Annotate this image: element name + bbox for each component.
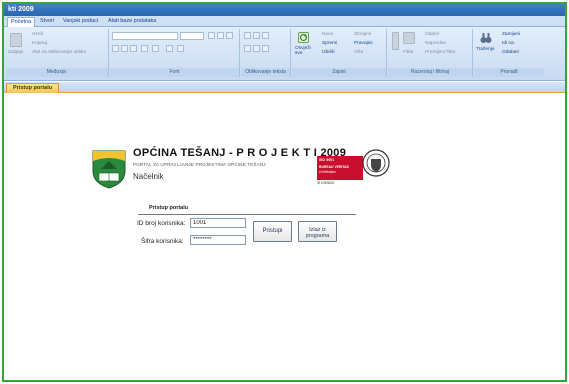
align-center-button[interactable] — [217, 32, 224, 39]
toggle-filter-button[interactable]: Promijeni filtar — [425, 50, 455, 55]
tab-stvori[interactable]: Stvori — [37, 17, 57, 27]
totals-button[interactable]: Zbrojevi — [354, 32, 371, 37]
find-group-label: Pronađi — [474, 68, 544, 77]
delete-record-button[interactable]: Izbriši — [322, 50, 335, 55]
rich-text-group-label: Oblikovanje teksta — [241, 68, 290, 77]
advanced-filter-button[interactable]: Napredno — [425, 41, 446, 46]
refresh-all-button[interactable]: Osvježi sve — [295, 46, 313, 56]
form-title: OPĆINA TEŠANJ - P R O J E K T I 2009 — [133, 147, 347, 159]
replace-button[interactable]: Zamijeni — [502, 32, 520, 37]
italic-button[interactable] — [121, 45, 128, 52]
cert-red-panel: ISO 9001 BUREAU VERITAS Certification — [317, 156, 363, 180]
certification-badge: ISO 9001 BUREAU VERITAS Certification W … — [317, 146, 392, 185]
section-heading: Pristup portalu — [149, 205, 189, 211]
copy-button[interactable]: Kopiraj — [32, 41, 47, 46]
password-label: Šifra korisnika: — [141, 238, 184, 245]
format-painter-button[interactable]: Alat za oblikovanje oblika — [32, 50, 86, 55]
cert-line2: BUREAU VERITAS — [319, 165, 349, 169]
ribbon: Zalijepi Izreži Kopiraj Alat za oblikova… — [4, 27, 565, 81]
font-group-label: Font — [110, 68, 239, 77]
cert-line3: Certification — [319, 170, 336, 174]
ribbon-group-font: Font — [110, 29, 240, 77]
ribbon-group-rich-text: Oblikovanje teksta — [241, 29, 291, 77]
align-right-button[interactable] — [226, 32, 233, 39]
sort-filter-group-label: Razvrstaj i filtriraj — [388, 68, 472, 77]
window-frame: kti 2009 Početna Stvori Vanjski podaci A… — [2, 2, 567, 382]
window-title-bar: kti 2009 — [4, 4, 565, 16]
select-button[interactable]: Odaberi — [502, 50, 519, 55]
more-button[interactable]: Više — [354, 50, 363, 55]
cert-line4: W 10908/02 — [317, 181, 335, 185]
font-name-dropdown[interactable] — [112, 32, 178, 40]
font-size-dropdown[interactable] — [180, 32, 204, 40]
ribbon-group-find: Traženje Zamijeni Idi na Odaberi Pronađi — [474, 29, 544, 77]
fill-color-button[interactable] — [152, 45, 159, 52]
municipality-logo — [91, 149, 127, 189]
alternate-row-color-button[interactable] — [177, 45, 184, 52]
binoculars-icon — [480, 32, 492, 44]
exit-program-button[interactable]: Izlaz iz programa — [298, 221, 337, 242]
decrease-indent-button[interactable] — [244, 32, 251, 39]
spelling-button[interactable]: Pravopis — [354, 41, 373, 46]
selection-button[interactable]: Odabir — [425, 32, 439, 37]
goto-button[interactable]: Idi na — [502, 41, 514, 46]
bureau-veritas-seal-icon — [361, 147, 391, 181]
tab-alati-baze[interactable]: Alati baze podataka — [105, 17, 159, 27]
tab-vanjski-podaci[interactable]: Vanjski podaci — [60, 17, 101, 27]
sort-icon — [392, 32, 399, 50]
gridlines-button[interactable] — [166, 45, 173, 52]
paste-icon — [10, 33, 22, 47]
user-role: Načelnik — [133, 172, 164, 181]
underline-button[interactable] — [130, 45, 137, 52]
font-color-button[interactable] — [141, 45, 148, 52]
document-tab-bar: Pristup portalu — [4, 82, 565, 93]
cut-button[interactable]: Izreži — [32, 32, 43, 37]
section-divider — [138, 214, 356, 215]
exit-button-line2: programa — [305, 233, 330, 239]
increase-indent-button[interactable] — [253, 32, 260, 39]
refresh-icon — [298, 32, 309, 43]
bold-button[interactable] — [112, 45, 119, 52]
password-input[interactable] — [190, 235, 246, 245]
text-direction-button[interactable] — [262, 32, 269, 39]
login-button[interactable]: Pristupi — [253, 221, 292, 242]
new-record-button[interactable]: Novo — [322, 32, 333, 37]
cert-line1: ISO 9001 — [319, 158, 335, 162]
bullets-button[interactable] — [244, 45, 251, 52]
tab-pocetna[interactable]: Početna — [7, 17, 36, 27]
form-subtitle: PORTAL ZA UPRAVLJANJE PROJEKTIMA OPĆINE … — [133, 162, 266, 167]
ribbon-group-clipboard: Zalijepi Izreži Kopiraj Alat za oblikova… — [6, 29, 109, 77]
save-record-button[interactable]: Spremi — [322, 41, 337, 46]
numbering-button[interactable] — [253, 45, 260, 52]
highlight-button[interactable] — [262, 45, 269, 52]
document-tab-pristup-portalu[interactable]: Pristup portalu — [6, 83, 60, 93]
align-left-button[interactable] — [208, 32, 215, 39]
find-button[interactable]: Traženje — [476, 47, 495, 52]
login-form: OPĆINA TEŠANJ - P R O J E K T I 2009 POR… — [4, 94, 565, 380]
ribbon-tabs: Početna Stvori Vanjski podaci Alati baze… — [4, 16, 565, 27]
records-group-label: Zapisi — [292, 68, 386, 77]
window-title: kti 2009 — [8, 6, 34, 13]
user-id-input[interactable] — [190, 218, 246, 228]
clipboard-group-label: Međuspr. — [6, 68, 108, 77]
ribbon-group-sort-filter: Filtar Odabir Napredno Promijeni filtar … — [388, 29, 473, 77]
id-label: ID broj korisnika: — [137, 220, 186, 227]
ribbon-group-records: Osvježi sve Novo Spremi Izbriši Zbrojevi… — [292, 29, 387, 77]
filter-button[interactable]: Filtar — [403, 50, 414, 55]
filter-icon — [403, 32, 415, 44]
paste-button[interactable]: Zalijepi — [8, 50, 23, 55]
